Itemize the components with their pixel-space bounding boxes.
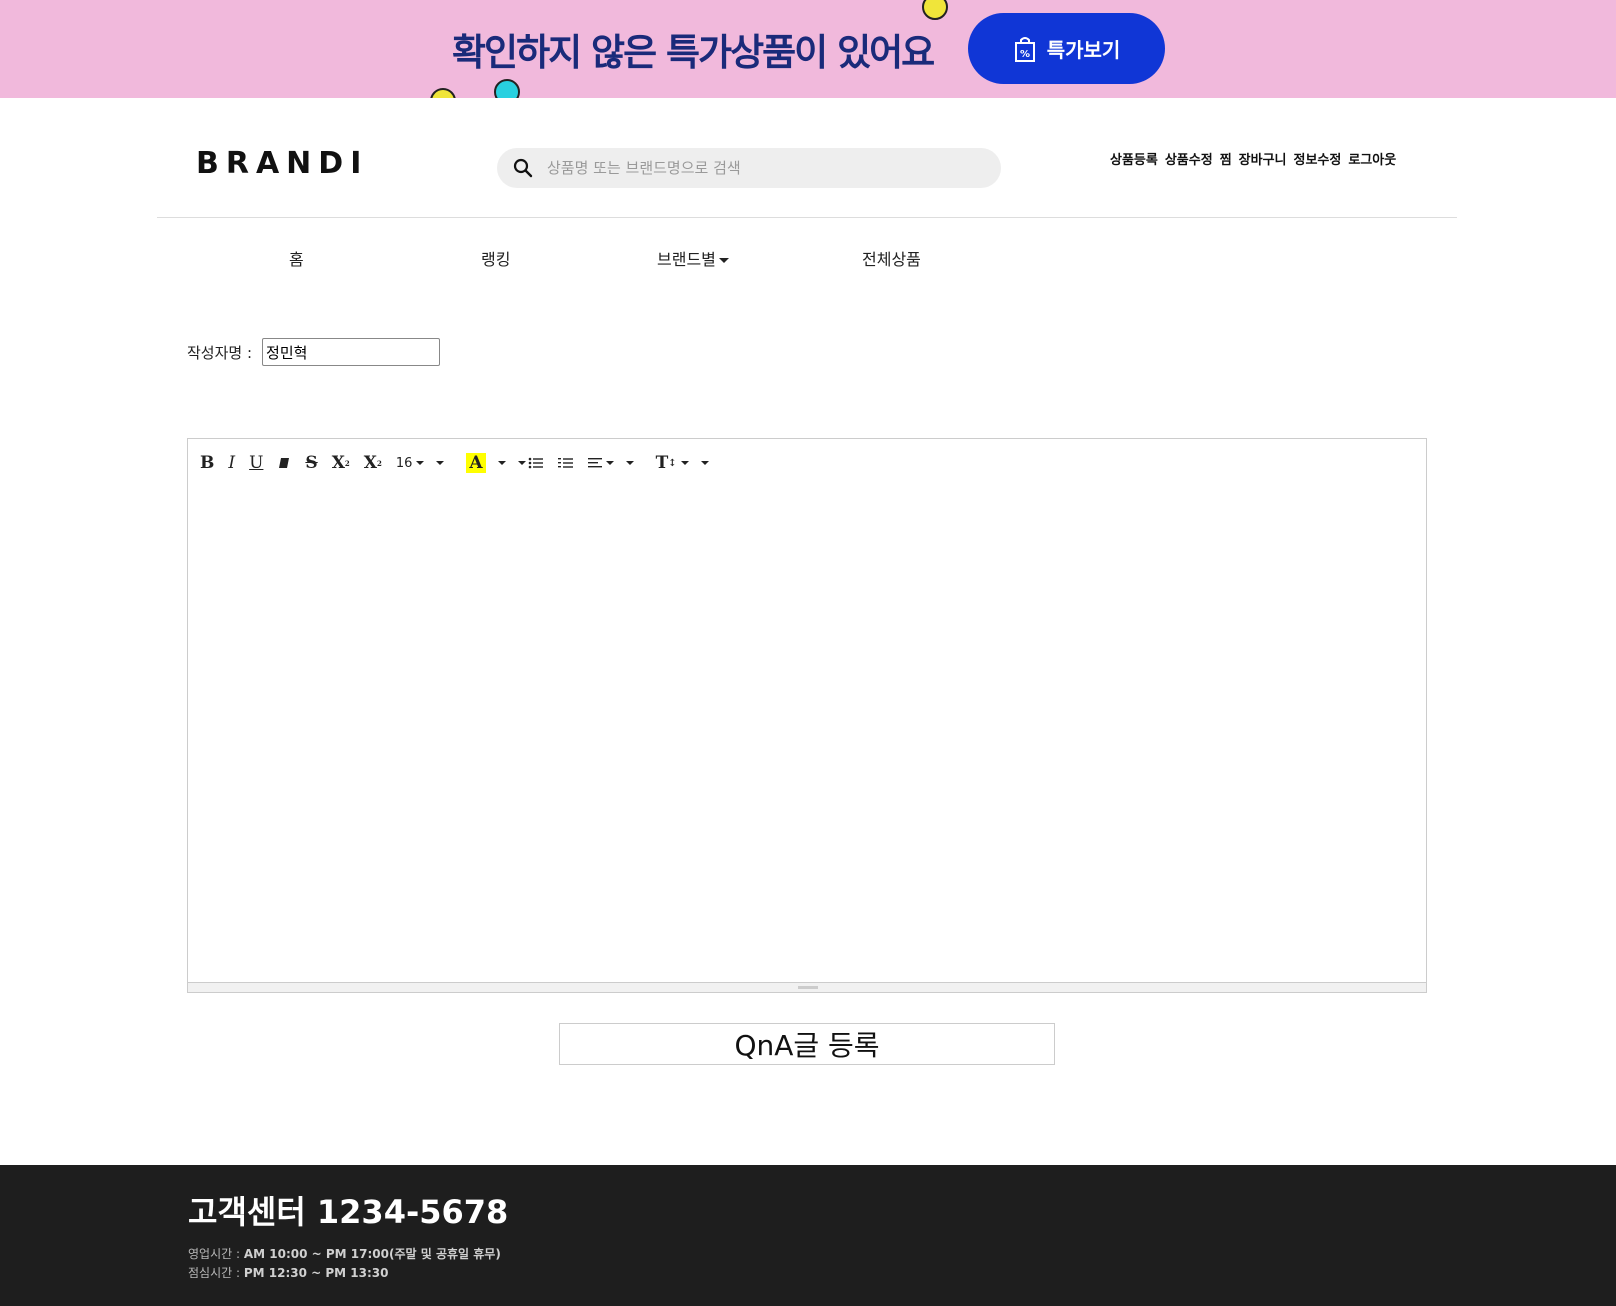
search-icon: [513, 158, 533, 178]
strikethrough-icon[interactable]: S: [305, 453, 317, 473]
svg-text:%: %: [1020, 49, 1030, 60]
user-menu-edit-product[interactable]: 상품수정: [1165, 149, 1213, 168]
search-bar[interactable]: [497, 148, 1001, 188]
nav-item-all-products[interactable]: 전체상품: [862, 246, 921, 270]
caret-down-icon: [718, 258, 729, 263]
caret-down-icon: [497, 461, 506, 465]
lunch-value: PM 12:30 ~ PM 13:30: [243, 1266, 389, 1280]
special-offer-label: 특가보기: [1046, 40, 1121, 62]
subscript-icon[interactable]: X2: [364, 453, 382, 473]
user-menu-edit-info[interactable]: 정보수정: [1294, 149, 1342, 168]
author-row: 작성자명 :: [187, 338, 441, 366]
main-nav: 홈 랭킹 브랜드별 전체상품: [0, 246, 1616, 270]
caret-down-icon: [680, 461, 689, 465]
caret-down-icon: [436, 461, 445, 465]
banner-text: 확인하지 않은 특가상품이 있어요: [452, 31, 935, 74]
business-hours: 영업시간 : AM 10:00 ~ PM 17:00(주말 및 공휴일 휴무) …: [188, 1245, 501, 1283]
eraser-icon[interactable]: [277, 457, 291, 469]
user-menu: 상품등록 상품수정 찜 장바구니 정보수정 로그아웃: [1110, 149, 1396, 168]
caret-down-icon: [700, 461, 709, 465]
font-size-value: 16: [395, 455, 413, 471]
shopping-bag-icon: %: [1014, 36, 1035, 62]
nav-item-home[interactable]: 홈: [289, 246, 304, 270]
user-menu-register-product[interactable]: 상품등록: [1110, 149, 1158, 168]
font-color-icon: A: [466, 453, 486, 473]
superscript-icon[interactable]: X2: [332, 453, 350, 473]
promo-banner: 확인하지 않은 특가상품이 있어요 % 특가보기: [0, 0, 1616, 98]
nav-item-brands[interactable]: 브랜드별: [657, 246, 729, 270]
footer: 고객센터 1234-5678 영업시간 : AM 10:00 ~ PM 17:0…: [0, 1165, 1616, 1306]
author-label: 작성자명 :: [187, 343, 253, 362]
brand-logo[interactable]: BRANDI: [196, 146, 368, 181]
rich-text-editor[interactable]: B I U S X2 X2 16 A T ↕: [187, 438, 1427, 993]
caret-down-icon: [416, 461, 425, 465]
submit-qna-button[interactable]: QnA글 등록: [559, 1023, 1055, 1065]
lunch-label: 점심시간 :: [188, 1266, 241, 1280]
nav-item-brands-label: 브랜드별: [657, 250, 716, 269]
italic-icon[interactable]: I: [228, 453, 235, 473]
author-input[interactable]: [262, 338, 441, 366]
user-menu-logout[interactable]: 로그아웃: [1348, 149, 1396, 168]
underline-icon[interactable]: U: [249, 453, 263, 473]
bold-icon[interactable]: B: [200, 453, 214, 473]
hours-value: AM 10:00 ~ PM 17:00(주말 및 공휴일 휴무): [243, 1247, 501, 1261]
caret-down-icon: [517, 461, 526, 465]
smiley-icon: [494, 79, 520, 98]
user-menu-wishlist[interactable]: 찜: [1220, 149, 1232, 168]
caret-down-icon: [605, 461, 614, 465]
caret-down-icon: [625, 461, 634, 465]
search-input[interactable]: [547, 159, 967, 177]
font-color-dropdown[interactable]: A: [466, 453, 506, 473]
header-divider: [157, 217, 1457, 218]
resize-grip-icon[interactable]: [798, 986, 818, 989]
nav-item-ranking[interactable]: 랭킹: [481, 246, 510, 270]
font-size-dropdown[interactable]: 16: [396, 456, 445, 471]
smiley-icon: [922, 0, 948, 20]
smiley-icon: [430, 88, 456, 98]
numbered-list-icon[interactable]: [557, 457, 574, 469]
text-height-dropdown[interactable]: T ↕: [656, 453, 709, 473]
align-dropdown[interactable]: [587, 457, 634, 469]
user-menu-cart[interactable]: 장바구니: [1239, 149, 1287, 168]
bullet-list-icon[interactable]: [514, 457, 544, 469]
editor-resize-bar[interactable]: [188, 982, 1426, 992]
customer-center-title: 고객센터 1234-5678: [188, 1193, 509, 1231]
editor-toolbar: B I U S X2 X2 16 A T ↕: [200, 451, 723, 475]
special-offer-button[interactable]: % 특가보기: [968, 13, 1165, 84]
hours-label: 영업시간 :: [188, 1247, 241, 1261]
